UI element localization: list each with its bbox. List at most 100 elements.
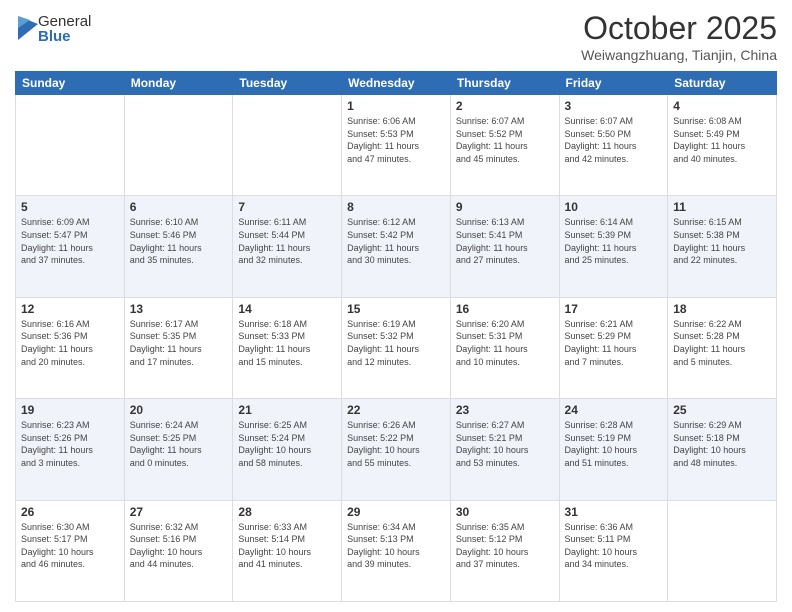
day-info: Sunrise: 6:20 AM Sunset: 5:31 PM Dayligh… [456, 318, 554, 368]
day-info: Sunrise: 6:28 AM Sunset: 5:19 PM Dayligh… [565, 419, 663, 469]
calendar-cell: 1Sunrise: 6:06 AM Sunset: 5:53 PM Daylig… [342, 95, 451, 196]
day-number: 10 [565, 200, 663, 214]
day-number: 14 [238, 302, 336, 316]
day-info: Sunrise: 6:32 AM Sunset: 5:16 PM Dayligh… [130, 521, 228, 571]
day-info: Sunrise: 6:15 AM Sunset: 5:38 PM Dayligh… [673, 216, 771, 266]
day-info: Sunrise: 6:29 AM Sunset: 5:18 PM Dayligh… [673, 419, 771, 469]
calendar-header-saturday: Saturday [668, 72, 777, 95]
day-number: 2 [456, 99, 554, 113]
day-info: Sunrise: 6:26 AM Sunset: 5:22 PM Dayligh… [347, 419, 445, 469]
day-number: 28 [238, 505, 336, 519]
day-number: 11 [673, 200, 771, 214]
day-info: Sunrise: 6:18 AM Sunset: 5:33 PM Dayligh… [238, 318, 336, 368]
logo-icon [18, 16, 38, 40]
calendar-week-row: 26Sunrise: 6:30 AM Sunset: 5:17 PM Dayli… [16, 500, 777, 601]
calendar-header-thursday: Thursday [450, 72, 559, 95]
calendar-cell: 22Sunrise: 6:26 AM Sunset: 5:22 PM Dayli… [342, 399, 451, 500]
calendar-cell: 5Sunrise: 6:09 AM Sunset: 5:47 PM Daylig… [16, 196, 125, 297]
logo: General Blue [15, 14, 91, 44]
calendar-cell: 26Sunrise: 6:30 AM Sunset: 5:17 PM Dayli… [16, 500, 125, 601]
calendar-week-row: 19 Sunrise: 6:23 AM Sunset: 5:26 PM Dayli… [16, 399, 777, 500]
day-info: Sunrise: 6:13 AM Sunset: 5:41 PM Dayligh… [456, 216, 554, 266]
day-number: 4 [673, 99, 771, 113]
calendar-cell [16, 95, 125, 196]
day-number: 15 [347, 302, 445, 316]
calendar-cell: 11 Sunrise: 6:15 AM Sunset: 5:38 PM Dayli… [668, 196, 777, 297]
day-info: Sunrise: 6:12 AM Sunset: 5:42 PM Dayligh… [347, 216, 445, 266]
calendar-header-wednesday: Wednesday [342, 72, 451, 95]
day-number: 27 [130, 505, 228, 519]
location: Weiwangzhuang, Tianjin, China [581, 47, 777, 63]
day-info: Sunrise: 6:08 AM Sunset: 5:49 PM Dayligh… [673, 115, 771, 165]
header: General Blue October 2025 Weiwangzhuang,… [15, 10, 777, 63]
day-info: Sunrise: 6:21 AM Sunset: 5:29 PM Dayligh… [565, 318, 663, 368]
day-info: Sunrise: 6:36 AM Sunset: 5:11 PM Dayligh… [565, 521, 663, 571]
day-info: Sunrise: 6:27 AM Sunset: 5:21 PM Dayligh… [456, 419, 554, 469]
calendar-header-monday: Monday [124, 72, 233, 95]
calendar-header-tuesday: Tuesday [233, 72, 342, 95]
calendar-cell: 23 Sunrise: 6:27 AM Sunset: 5:21 PM Dayli… [450, 399, 559, 500]
day-info: Sunrise: 6:23 AM Sunset: 5:26 PM Dayligh… [21, 419, 119, 469]
day-number: 8 [347, 200, 445, 214]
calendar-cell: 4 Sunrise: 6:08 AM Sunset: 5:49 PM Daylig… [668, 95, 777, 196]
day-number: 20 [130, 403, 228, 417]
day-number: 5 [21, 200, 119, 214]
day-info: Sunrise: 6:16 AM Sunset: 5:36 PM Dayligh… [21, 318, 119, 368]
day-number: 21 [238, 403, 336, 417]
day-info: Sunrise: 6:22 AM Sunset: 5:28 PM Dayligh… [673, 318, 771, 368]
calendar-header-friday: Friday [559, 72, 668, 95]
calendar-cell: 20 Sunrise: 6:24 AM Sunset: 5:25 PM Dayli… [124, 399, 233, 500]
day-number: 16 [456, 302, 554, 316]
day-number: 30 [456, 505, 554, 519]
calendar-week-row: 12 Sunrise: 6:16 AM Sunset: 5:36 PM Dayli… [16, 297, 777, 398]
calendar-cell [124, 95, 233, 196]
logo-text: General Blue [38, 14, 91, 44]
calendar-cell: 3 Sunrise: 6:07 AM Sunset: 5:50 PM Daylig… [559, 95, 668, 196]
calendar-cell [668, 500, 777, 601]
day-number: 29 [347, 505, 445, 519]
day-number: 12 [21, 302, 119, 316]
calendar-cell: 9Sunrise: 6:13 AM Sunset: 5:41 PM Daylig… [450, 196, 559, 297]
day-number: 7 [238, 200, 336, 214]
calendar-cell: 30 Sunrise: 6:35 AM Sunset: 5:12 PM Dayli… [450, 500, 559, 601]
calendar-cell: 31Sunrise: 6:36 AM Sunset: 5:11 PM Dayli… [559, 500, 668, 601]
day-number: 24 [565, 403, 663, 417]
day-info: Sunrise: 6:17 AM Sunset: 5:35 PM Dayligh… [130, 318, 228, 368]
day-info: Sunrise: 6:33 AM Sunset: 5:14 PM Dayligh… [238, 521, 336, 571]
day-number: 23 [456, 403, 554, 417]
day-info: Sunrise: 6:07 AM Sunset: 5:50 PM Dayligh… [565, 115, 663, 165]
day-number: 3 [565, 99, 663, 113]
calendar-cell: 18 Sunrise: 6:22 AM Sunset: 5:28 PM Dayli… [668, 297, 777, 398]
day-number: 13 [130, 302, 228, 316]
calendar-cell: 14 Sunrise: 6:18 AM Sunset: 5:33 PM Dayli… [233, 297, 342, 398]
day-number: 19 [21, 403, 119, 417]
day-info: Sunrise: 6:10 AM Sunset: 5:46 PM Dayligh… [130, 216, 228, 266]
calendar-cell: 25 Sunrise: 6:29 AM Sunset: 5:18 PM Dayli… [668, 399, 777, 500]
calendar-cell: 27 Sunrise: 6:32 AM Sunset: 5:16 PM Dayli… [124, 500, 233, 601]
logo-general-text: General [38, 14, 91, 29]
day-number: 26 [21, 505, 119, 519]
calendar-header-row: SundayMondayTuesdayWednesdayThursdayFrid… [16, 72, 777, 95]
day-info: Sunrise: 6:19 AM Sunset: 5:32 PM Dayligh… [347, 318, 445, 368]
calendar-cell: 15 Sunrise: 6:19 AM Sunset: 5:32 PM Dayli… [342, 297, 451, 398]
calendar-cell: 19 Sunrise: 6:23 AM Sunset: 5:26 PM Dayli… [16, 399, 125, 500]
calendar-cell: 29Sunrise: 6:34 AM Sunset: 5:13 PM Dayli… [342, 500, 451, 601]
day-info: Sunrise: 6:35 AM Sunset: 5:12 PM Dayligh… [456, 521, 554, 571]
calendar-cell: 17 Sunrise: 6:21 AM Sunset: 5:29 PM Dayli… [559, 297, 668, 398]
day-info: Sunrise: 6:24 AM Sunset: 5:25 PM Dayligh… [130, 419, 228, 469]
logo-blue-text: Blue [38, 29, 91, 44]
calendar-cell: 24 Sunrise: 6:28 AM Sunset: 5:19 PM Dayli… [559, 399, 668, 500]
day-number: 17 [565, 302, 663, 316]
day-number: 25 [673, 403, 771, 417]
day-number: 6 [130, 200, 228, 214]
calendar-cell: 21Sunrise: 6:25 AM Sunset: 5:24 PM Dayli… [233, 399, 342, 500]
title-section: October 2025 Weiwangzhuang, Tianjin, Chi… [581, 10, 777, 63]
day-info: Sunrise: 6:11 AM Sunset: 5:44 PM Dayligh… [238, 216, 336, 266]
calendar-cell: 16 Sunrise: 6:20 AM Sunset: 5:31 PM Dayli… [450, 297, 559, 398]
calendar-cell: 28 Sunrise: 6:33 AM Sunset: 5:14 PM Dayli… [233, 500, 342, 601]
day-number: 1 [347, 99, 445, 113]
day-info: Sunrise: 6:14 AM Sunset: 5:39 PM Dayligh… [565, 216, 663, 266]
day-number: 18 [673, 302, 771, 316]
month-title: October 2025 [581, 10, 777, 47]
calendar-cell: 6 Sunrise: 6:10 AM Sunset: 5:46 PM Daylig… [124, 196, 233, 297]
